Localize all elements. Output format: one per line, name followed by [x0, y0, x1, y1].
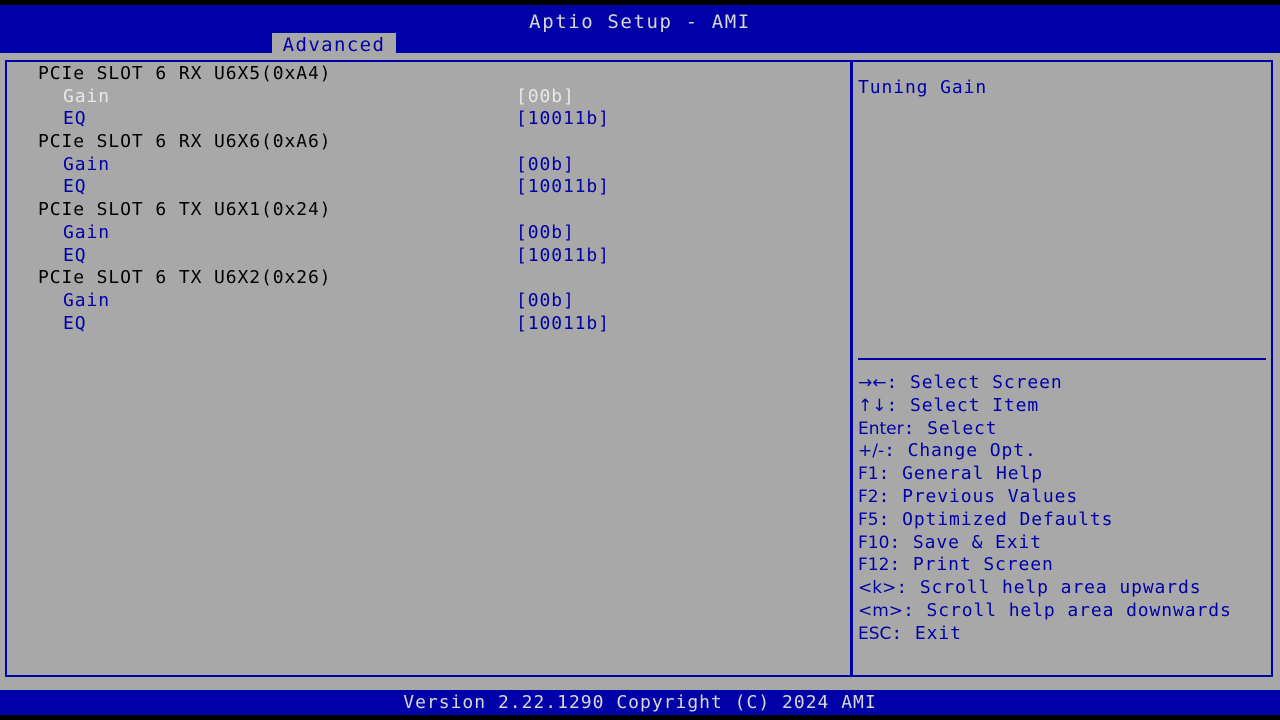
legend-row: ↑↓: Select Item — [858, 395, 1268, 418]
setting-row-eq[interactable]: EQ [10011b] — [8, 108, 848, 131]
k-key-icon: <k> — [858, 578, 897, 599]
legend-description: : Select — [903, 417, 998, 439]
legend-row: →←: Select Screen — [858, 372, 1268, 395]
f5-key-icon: F5 — [858, 509, 879, 530]
legend-description: : General Help — [878, 463, 1043, 485]
setting-value[interactable]: [00b] — [516, 86, 575, 107]
setting-label: EQ — [63, 244, 87, 266]
arrow-left-right-icon: →← — [858, 373, 887, 393]
enter-key-icon: Enter — [858, 418, 904, 439]
legend-row: ESC: Exit — [858, 623, 1268, 646]
esc-key-icon: ESC — [858, 623, 892, 644]
legend-row: F2: Previous Values — [858, 486, 1268, 509]
key-legend: →←: Select Screen ↑↓: Select Item Enter: S… — [858, 372, 1268, 646]
header-bar: Aptio Setup - AMI Advanced — [0, 5, 1280, 58]
group-title: PCIe SLOT 6 RX U6X6(0xA6) — [38, 131, 332, 153]
legend-description: : Optimized Defaults — [878, 508, 1114, 530]
legend-description: : Save & Exit — [889, 531, 1043, 553]
setting-row-eq[interactable]: EQ [10011b] — [8, 176, 848, 199]
help-description: Tuning Gain — [858, 77, 988, 98]
f1-key-icon: F1 — [858, 464, 879, 485]
setting-value[interactable]: [10011b] — [516, 176, 610, 197]
group-title: PCIe SLOT 6 TX U6X1(0x24) — [38, 199, 332, 221]
setting-row-gain[interactable]: Gain [00b] — [8, 86, 848, 109]
setting-label: Gain — [63, 221, 110, 243]
setting-value[interactable]: [10011b] — [516, 245, 610, 266]
setting-value[interactable]: [00b] — [516, 290, 575, 311]
f12-key-icon: F12 — [858, 555, 890, 576]
setting-value[interactable]: [10011b] — [516, 313, 610, 334]
legend-description: : Scroll help area downwards — [903, 599, 1232, 621]
settings-group-header: PCIe SLOT 6 TX U6X1(0x24) — [8, 199, 848, 222]
legend-description: : Exit — [891, 622, 962, 644]
settings-list: PCIe SLOT 6 RX U6X5(0xA4) Gain [00b] EQ [100… — [8, 63, 848, 674]
legend-description: : Print Screen — [889, 554, 1054, 576]
plus-minus-key-icon: +/- — [858, 441, 885, 462]
legend-description: : Change Opt. — [884, 440, 1037, 462]
setting-value[interactable]: [00b] — [516, 222, 575, 243]
legend-description: : Scroll help area upwards — [896, 577, 1202, 599]
legend-description: : Previous Values — [878, 485, 1079, 507]
legend-description: : Select Item — [886, 394, 1040, 416]
group-title: PCIe SLOT 6 TX U6X2(0x26) — [38, 267, 332, 289]
arrow-up-down-icon: ↑↓ — [858, 395, 887, 416]
setting-row-gain[interactable]: Gain [00b] — [8, 154, 848, 177]
legend-row: <k>: Scroll help area upwards — [858, 577, 1268, 600]
legend-row: F12: Print Screen — [858, 554, 1268, 577]
setting-row-eq[interactable]: EQ [10011b] — [8, 313, 848, 336]
setting-value[interactable]: [00b] — [516, 154, 575, 175]
setting-label: EQ — [63, 312, 87, 334]
help-panel: Tuning Gain →←: Select Screen ↑↓: Select … — [856, 63, 1270, 674]
f2-key-icon: F2 — [858, 486, 879, 507]
setting-row-gain[interactable]: Gain [00b] — [8, 222, 848, 245]
f10-key-icon: F10 — [858, 532, 890, 553]
bios-setup-screen: Aptio Setup - AMI Advanced PCIe SLOT 6 R… — [0, 0, 1280, 720]
footer-bar: Version 2.22.1290 Copyright (C) 2024 AMI — [0, 690, 1280, 715]
legend-row: F1: General Help — [858, 463, 1268, 486]
legend-row: <m>: Scroll help area downwards — [858, 600, 1268, 623]
version-text: Version 2.22.1290 Copyright (C) 2024 AMI — [403, 692, 877, 713]
setting-label: EQ — [63, 108, 87, 130]
app-title: Aptio Setup - AMI — [529, 11, 751, 33]
settings-group-header: PCIe SLOT 6 RX U6X5(0xA4) — [8, 63, 848, 86]
setting-row-eq[interactable]: EQ [10011b] — [8, 245, 848, 268]
group-title: PCIe SLOT 6 RX U6X5(0xA4) — [38, 63, 332, 84]
setting-value[interactable]: [10011b] — [516, 108, 610, 129]
m-key-icon: <m> — [858, 600, 904, 621]
setting-label: Gain — [63, 85, 110, 107]
legend-row: Enter: Select — [858, 418, 1268, 441]
help-separator — [858, 358, 1266, 360]
settings-group-header: PCIe SLOT 6 TX U6X2(0x26) — [8, 267, 848, 290]
panel-divider — [850, 60, 853, 677]
legend-row: F5: Optimized Defaults — [858, 509, 1268, 532]
legend-row: +/-: Change Opt. — [858, 440, 1268, 463]
settings-group-header: PCIe SLOT 6 RX U6X6(0xA6) — [8, 131, 848, 154]
legend-description: : Select Screen — [886, 372, 1063, 393]
setting-label: Gain — [63, 153, 110, 175]
setting-row-gain[interactable]: Gain [00b] — [8, 290, 848, 313]
setting-label: EQ — [63, 176, 87, 198]
bottom-black-strip — [0, 715, 1280, 720]
setting-label: Gain — [63, 289, 110, 311]
legend-row: F10: Save & Exit — [858, 532, 1268, 555]
